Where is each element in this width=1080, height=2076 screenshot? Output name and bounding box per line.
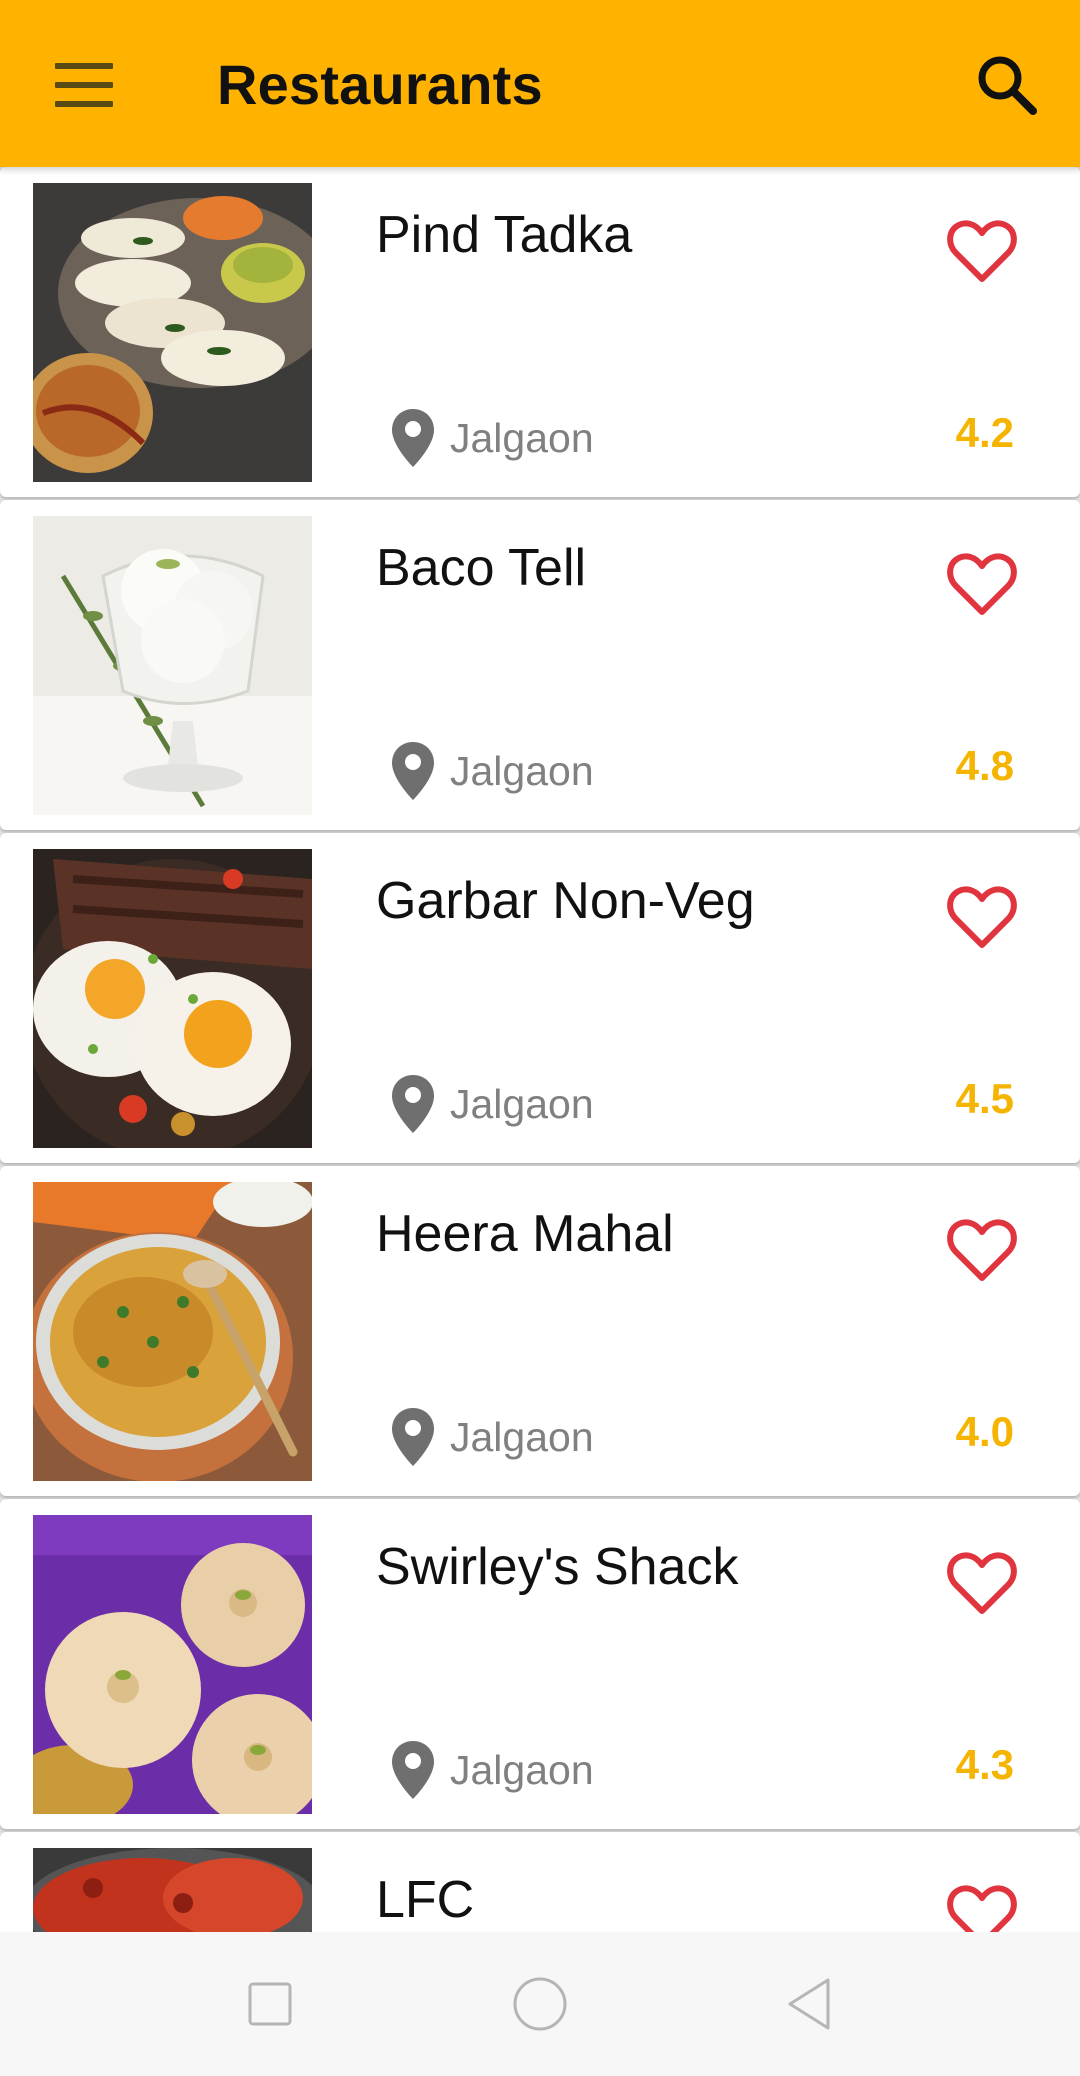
rating-value: 4.5: [955, 1075, 1014, 1122]
heart-icon[interactable]: [946, 552, 1018, 618]
restaurant-name: Swirley's Shack: [376, 1538, 739, 1596]
heart-icon[interactable]: [946, 1884, 1018, 1932]
restaurant-image: [33, 183, 312, 482]
restaurant-list[interactable]: Pind Tadka Jalgaon 4.2 Baco Tell Jalgaon…: [0, 167, 1080, 1932]
menu-button[interactable]: [42, 50, 126, 120]
triangle-back-icon[interactable]: [778, 1972, 842, 2036]
location-pin-icon: [392, 1075, 434, 1133]
restaurant-card[interactable]: Swirley's Shack Jalgaon 4.3: [0, 1499, 1080, 1829]
location-pin-icon: [392, 742, 434, 800]
location-text: Jalgaon: [450, 748, 594, 794]
location-text: Jalgaon: [450, 1747, 594, 1793]
heart-icon[interactable]: [946, 1551, 1018, 1617]
rating-value: 4.8: [955, 742, 1014, 789]
location-pin-icon: [392, 1408, 434, 1466]
rating-value: 4.3: [955, 1741, 1014, 1788]
restaurant-card[interactable]: Heera Mahal Jalgaon 4.0: [0, 1166, 1080, 1496]
restaurant-name: Pind Tadka: [376, 206, 633, 264]
rating-value: 4.2: [955, 409, 1014, 456]
restaurant-card[interactable]: LFC: [0, 1832, 1080, 1932]
location-pin-icon: [392, 1741, 434, 1799]
restaurant-name: LFC: [376, 1871, 475, 1929]
heart-icon[interactable]: [946, 219, 1018, 285]
restaurant-card[interactable]: Pind Tadka Jalgaon 4.2: [0, 167, 1080, 497]
restaurant-name: Heera Mahal: [376, 1205, 674, 1263]
circle-icon[interactable]: [508, 1972, 572, 2036]
restaurant-card[interactable]: Garbar Non-Veg Jalgaon 4.5: [0, 833, 1080, 1163]
location-text: Jalgaon: [450, 415, 594, 461]
search-button[interactable]: [970, 48, 1044, 122]
heart-icon[interactable]: [946, 1218, 1018, 1284]
system-nav-bar: [0, 1932, 1080, 2076]
location-text: Jalgaon: [450, 1081, 594, 1127]
restaurant-image: [33, 849, 312, 1148]
restaurant-name: Baco Tell: [376, 539, 587, 597]
location-pin-icon: [392, 409, 434, 467]
square-icon[interactable]: [238, 1972, 302, 2036]
app-bar: Restaurants: [0, 0, 1080, 167]
page-title: Restaurants: [217, 53, 543, 116]
restaurant-card[interactable]: Baco Tell Jalgaon 4.8: [0, 500, 1080, 830]
restaurant-image: [33, 1515, 312, 1814]
restaurant-image: [33, 1848, 312, 1932]
restaurant-name: Garbar Non-Veg: [376, 872, 755, 930]
rating-value: 4.0: [955, 1408, 1014, 1455]
restaurant-image: [33, 1182, 312, 1481]
location-text: Jalgaon: [450, 1414, 594, 1460]
heart-icon[interactable]: [946, 885, 1018, 951]
search-icon: [978, 56, 1037, 115]
restaurant-image: [33, 516, 312, 815]
